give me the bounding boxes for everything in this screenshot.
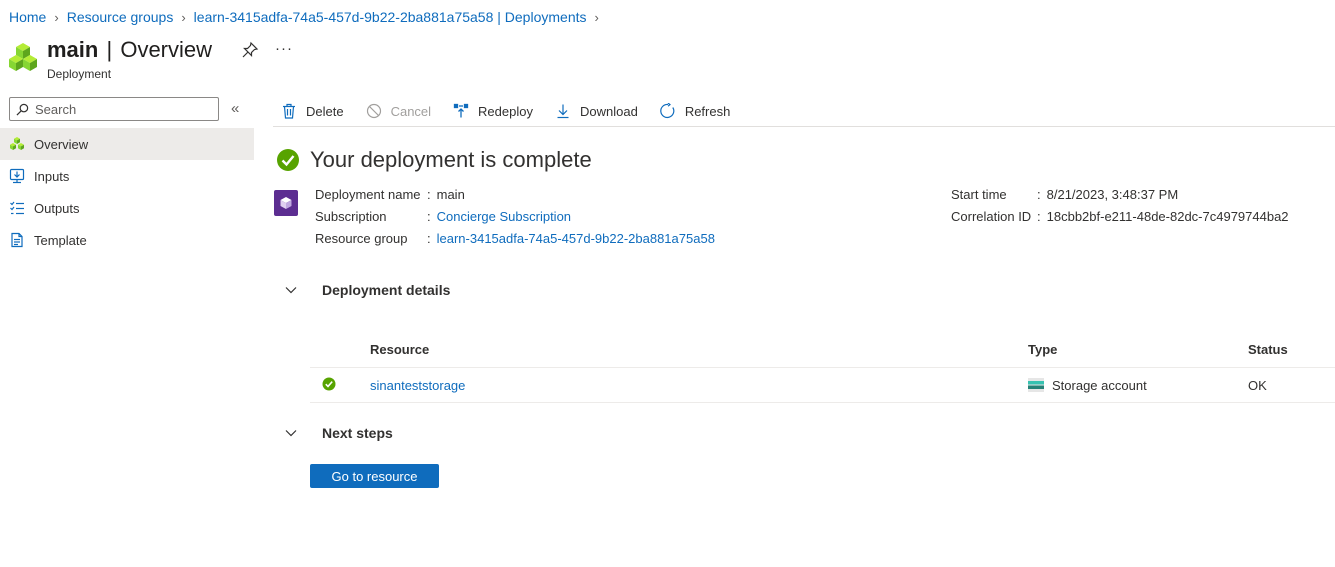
more-options-icon[interactable]: ··· [275,40,293,57]
cancel-label: Cancel [390,103,432,119]
page-subtitle: Deployment [47,67,112,81]
cancel-button[interactable]: Cancel [358,98,431,124]
info-row-correlation-id: Correlation ID : 18cbb2bf-e211-48de-82dc… [951,205,1289,227]
download-icon [557,104,569,119]
sidebar-item-outputs[interactable]: Outputs [0,192,254,224]
column-header-type[interactable]: Type [1028,342,1248,357]
delete-button[interactable]: Delete [273,98,344,124]
refresh-label: Refresh [684,103,731,119]
info-value: 18cbb2bf-e211-48de-82dc-7c4979744ba2 [1046,208,1289,224]
inputs-icon [9,168,25,184]
cubes-icon [9,136,25,152]
chevron-right-icon: › [54,9,59,25]
page-title-resource: main [47,37,99,62]
outputs-icon [9,200,25,216]
storage-account-icon [1028,378,1044,392]
command-bar: Delete Cancel Redeploy Download Refresh [273,96,1335,127]
sidebar-item-label: Inputs [34,168,70,184]
table-header: Resource Type Status [310,332,1335,368]
sidebar: Overview Inputs Outputs Template [0,128,254,256]
collapse-sidebar-icon[interactable]: « [231,100,239,117]
delete-label: Delete [306,103,344,119]
search-input[interactable] [35,101,215,117]
page-title-section: Overview [120,37,213,62]
deployment-status: Your deployment is complete [276,147,592,173]
chevron-right-icon: › [181,9,186,25]
search-box[interactable] [9,97,219,121]
success-check-icon [277,149,299,171]
page-title: main | Overview [47,36,212,64]
next-steps-heading: Next steps [322,425,393,441]
sidebar-item-template[interactable]: Template [0,224,254,256]
cancel-icon [366,103,381,119]
sidebar-item-overview[interactable]: Overview [0,128,254,160]
info-label: Start time [951,186,1007,202]
info-label: Deployment name [315,186,421,202]
deployment-template-icon [274,190,298,216]
sidebar-item-inputs[interactable]: Inputs [0,160,254,192]
info-row-deployment-name: Deployment name : main [315,183,715,205]
sidebar-item-label: Overview [34,136,89,152]
resource-link[interactable]: sinanteststorage [370,378,1028,393]
row-status-cell [310,377,370,394]
chevron-right-icon: › [594,9,599,25]
info-value: main [436,186,465,202]
go-to-resource-button[interactable]: Go to resource [310,464,439,488]
deployment-details-heading: Deployment details [322,282,451,298]
info-colon: : [427,230,431,246]
deployment-cubes-icon [9,43,37,71]
sidebar-item-label: Template [34,232,87,248]
info-label: Correlation ID [951,208,1032,224]
resources-table: Resource Type Status sinanteststorage St… [310,332,1335,403]
info-row-start-time: Start time : 8/21/2023, 3:48:37 PM [951,183,1289,205]
deployment-info: Deployment name : main Subscription : Co… [315,183,715,249]
template-icon [9,232,25,248]
refresh-icon [660,103,675,119]
download-label: Download [579,103,638,119]
info-row-subscription: Subscription : Concierge Subscription [315,205,715,227]
info-label: Subscription [315,208,387,224]
success-check-icon [322,377,336,390]
info-colon: : [1037,208,1041,224]
deployment-details-toggle[interactable]: Deployment details [284,282,450,298]
breadcrumb-deployments[interactable]: learn-3415adfa-74a5-457d-9b22-2ba881a75a… [194,9,587,25]
download-button[interactable]: Download [547,98,638,124]
resource-type-cell: Storage account [1028,378,1248,393]
resource-group-link[interactable]: learn-3415adfa-74a5-457d-9b22-2ba881a75a… [437,231,715,246]
column-header-status[interactable]: Status [1248,342,1335,357]
column-header-resource[interactable]: Resource [370,342,1028,357]
next-steps-toggle[interactable]: Next steps [284,425,393,441]
subscription-link[interactable]: Concierge Subscription [437,209,571,224]
info-label: Resource group [315,230,408,246]
status-title: Your deployment is complete [310,147,592,172]
trash-icon [283,103,295,119]
redeploy-button[interactable]: Redeploy [445,98,533,124]
info-colon: : [427,186,431,202]
page-title-separator: | [106,37,113,62]
breadcrumb-resource-groups[interactable]: Resource groups [67,9,174,25]
info-colon: : [427,208,431,224]
search-icon [16,103,29,115]
chevron-down-icon [285,430,297,437]
info-row-resource-group: Resource group : learn-3415adfa-74a5-457… [315,227,715,249]
table-row: sinanteststorage Storage account OK [310,368,1335,403]
breadcrumb-home[interactable]: Home [9,9,46,25]
deployment-meta: Start time : 8/21/2023, 3:48:37 PM Corre… [951,183,1289,227]
info-colon: : [1037,186,1041,202]
redeploy-label: Redeploy [478,103,533,119]
pin-icon[interactable] [241,41,259,59]
redeploy-icon [453,103,469,118]
chevron-down-icon [285,287,297,294]
info-value: 8/21/2023, 3:48:37 PM [1046,186,1179,202]
resource-type-label: Storage account [1052,377,1147,393]
sidebar-item-label: Outputs [34,200,80,216]
breadcrumb: Home › Resource groups › learn-3415adfa-… [9,8,607,26]
refresh-button[interactable]: Refresh [652,98,731,124]
resource-status: OK [1248,377,1267,393]
